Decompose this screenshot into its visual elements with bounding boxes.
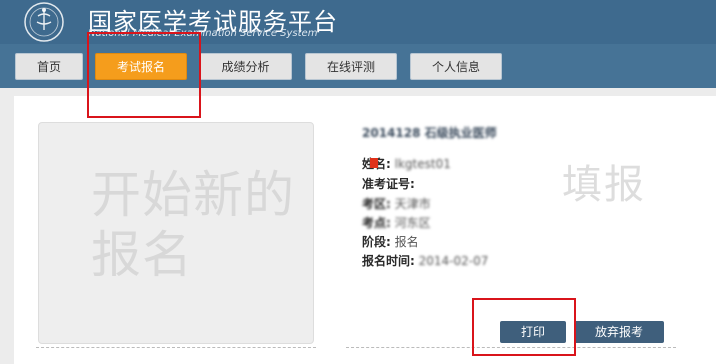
info-value: 报名 — [394, 235, 419, 249]
fill-watermark: 填报 — [562, 162, 646, 208]
info-row-exam-site: 考点: 河东区 — [362, 214, 431, 231]
info-label: 考区: — [362, 197, 391, 211]
start-new-registration-label: 开始新的报名 — [91, 166, 295, 284]
info-label: 考点: — [362, 216, 391, 230]
nav-tab-score-analysis[interactable]: 成绩分析 — [199, 53, 292, 80]
nav-tab-exam-registration[interactable]: 考试报名 — [95, 53, 187, 80]
info-value: lkgtest01 — [394, 157, 451, 171]
info-row-ticket-number: 准考证号: — [362, 175, 415, 192]
info-label: 准考证号: — [362, 177, 415, 191]
info-row-stage: 阶段: 报名 — [362, 233, 419, 250]
nav-tab-online-assessment[interactable]: 在线评测 — [305, 53, 397, 80]
info-value: 2014-02-07 — [418, 254, 489, 268]
redaction-mark — [370, 158, 378, 168]
info-value: 河东区 — [394, 216, 431, 230]
divider-left — [36, 347, 316, 348]
emblem-logo-icon — [24, 2, 64, 42]
info-label: 阶段: — [362, 235, 391, 249]
info-value: 天津市 — [394, 197, 431, 211]
divider-right — [346, 347, 676, 348]
nav-tab-personal-info[interactable]: 个人信息 — [410, 53, 502, 80]
info-row-registration-time: 报名时间: 2014-02-07 — [362, 252, 488, 269]
info-label: 报名时间: — [362, 254, 415, 268]
info-row-exam-region: 考区: 天津市 — [362, 195, 431, 212]
exam-title: 2014128 石级执业医师 — [362, 126, 497, 140]
site-subtitle: National Medical Examination Service Sys… — [88, 28, 318, 39]
start-new-registration-card[interactable]: 开始新的报名 — [38, 122, 314, 344]
nav-tab-home[interactable]: 首页 — [15, 53, 83, 80]
abandon-exam-button[interactable]: 放弃报考 — [574, 321, 664, 343]
print-button[interactable]: 打印 — [500, 321, 566, 343]
